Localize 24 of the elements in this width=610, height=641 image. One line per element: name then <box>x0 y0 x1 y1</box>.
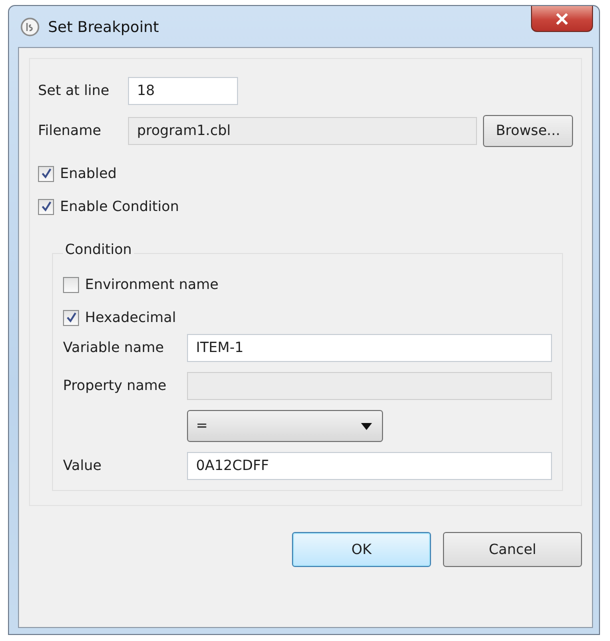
text-field[interactable]: ITEM-1 <box>187 334 552 362</box>
line-number-field[interactable]: 18 <box>128 77 238 105</box>
operator-dropdown[interactable]: = <box>187 410 383 442</box>
checkbox-label: Environment name <box>85 276 219 292</box>
close-button[interactable] <box>531 6 593 32</box>
field-label: Filename <box>38 123 102 139</box>
checkbox-label: Hexadecimal <box>85 310 176 326</box>
field-label: Property name <box>63 378 168 394</box>
checkbox[interactable] <box>38 166 54 182</box>
checkbox[interactable] <box>63 276 79 292</box>
text-field[interactable]: 0A12CDFF <box>187 452 552 480</box>
dropdown-arrow-icon <box>361 422 372 430</box>
checkbox-label: Enable Condition <box>60 198 179 214</box>
ok-button[interactable]: OK <box>292 532 431 567</box>
field-label: Value <box>63 458 102 474</box>
field-label: Set at line <box>38 83 110 99</box>
close-icon <box>555 12 569 24</box>
checkbox[interactable] <box>38 198 54 214</box>
checkbox[interactable] <box>63 310 79 326</box>
app-icon <box>20 16 40 36</box>
checkbox-label: Enabled <box>60 166 117 182</box>
window-title: Set Breakpoint <box>48 18 159 36</box>
field-label: Variable name <box>63 340 165 356</box>
cancel-button[interactable]: Cancel <box>443 532 582 567</box>
